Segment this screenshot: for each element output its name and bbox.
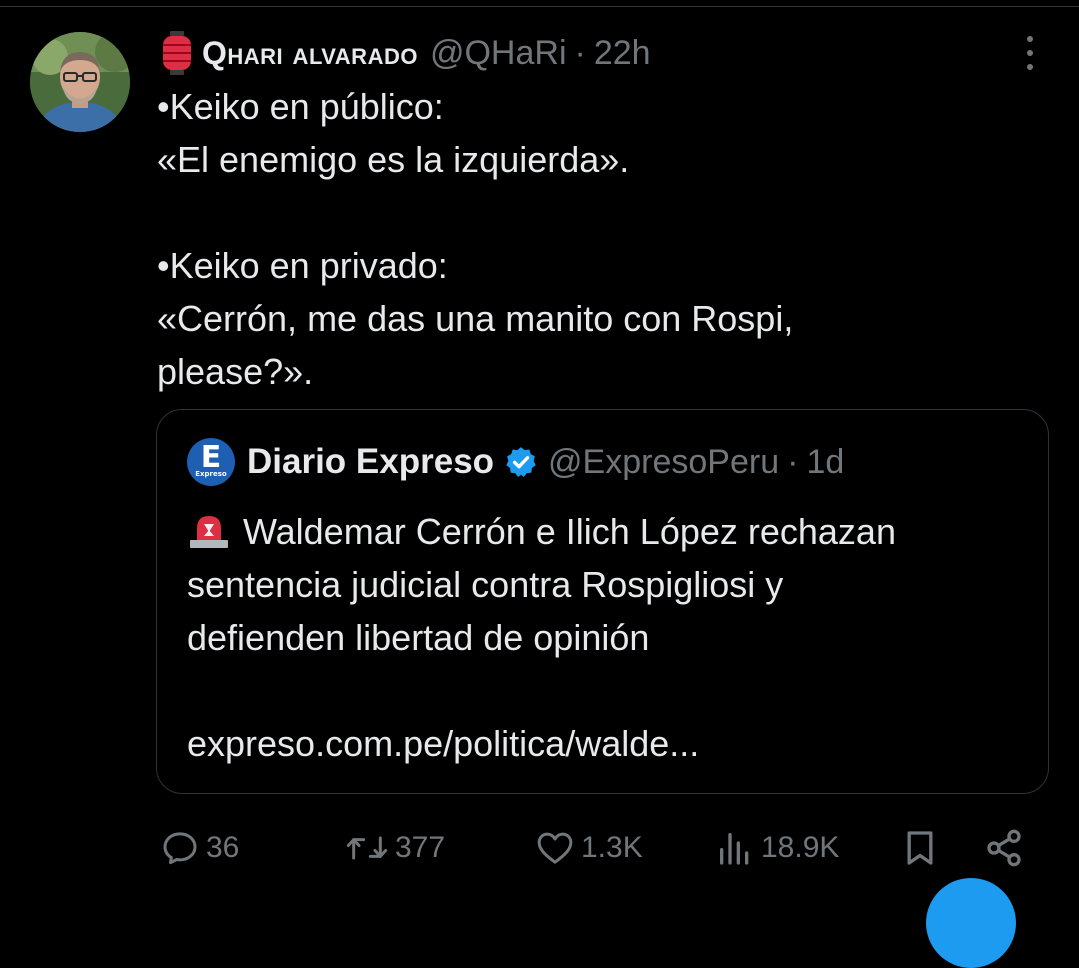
quoted-tweet[interactable]: E Expreso Diario Expreso @ExpresoPeru · …: [156, 409, 1049, 794]
tweet-text-line: [157, 186, 957, 239]
bookmark-icon: [907, 831, 933, 865]
more-options-icon[interactable]: [1014, 36, 1046, 70]
tweet-text-line: •Keiko en público:: [157, 86, 444, 127]
divider: [0, 6, 1079, 7]
separator-dot: ·: [787, 442, 799, 481]
red-paper-lantern-icon: [163, 31, 191, 75]
author-name[interactable]: Qhari alvarado: [202, 35, 418, 72]
quoted-author-handle[interactable]: @ExpresoPeru: [548, 443, 779, 482]
avatar[interactable]: [30, 32, 130, 132]
quoted-author-name[interactable]: Diario Expreso: [247, 442, 494, 482]
like-count: 1.3K: [581, 831, 643, 864]
author-handle[interactable]: @QHaRi: [430, 34, 567, 73]
retweet-icon: [346, 836, 388, 860]
views-chart-icon: [720, 833, 749, 865]
like-button[interactable]: 1.3K: [535, 820, 643, 876]
quoted-text-line: sentencia judicial contra Rospigliosi y: [187, 564, 784, 605]
tweet-header: Qhari alvarado @QHaRi · 22h: [160, 28, 651, 78]
timestamp[interactable]: 22h: [594, 34, 651, 73]
retweet-button[interactable]: 377: [345, 820, 445, 876]
reply-count: 36: [206, 831, 240, 864]
verified-badge-icon: [506, 447, 536, 478]
quoted-text-line: Waldemar Cerrón e Ilich López rechazan: [187, 505, 1027, 558]
tweet-text-line: «Cerrón, me das una manito con Rospi,: [157, 298, 794, 339]
heart-icon: [537, 832, 573, 864]
reply-icon: [163, 832, 197, 865]
quoted-tweet-text: Waldemar Cerrón e Ilich López rechazan s…: [187, 505, 1027, 664]
tweet-text: •Keiko en público: «El enemigo es la izq…: [157, 80, 957, 398]
quoted-avatar-word: Expreso: [195, 469, 227, 478]
tweet[interactable]: Qhari alvarado @QHaRi · 22h •Keiko en pú…: [0, 0, 1079, 968]
quoted-text-line-content: Waldemar Cerrón e Ilich López rechazan: [243, 511, 896, 552]
compose-button[interactable]: [926, 878, 1016, 968]
quoted-avatar-letter: E: [200, 439, 222, 475]
bookmark-button[interactable]: [900, 820, 940, 876]
quoted-text-line: defienden libertad de opinión: [187, 617, 650, 658]
tweet-text-line: please?».: [157, 351, 314, 392]
avatar-photo: [30, 32, 130, 132]
police-light-icon: [190, 516, 228, 548]
separator-dot: ·: [574, 33, 586, 72]
action-bar: 36 377 1.3K 18.9K: [0, 820, 1079, 876]
tweet-text-line: «El enemigo es la izquierda».: [157, 139, 630, 180]
retweet-count: 377: [395, 831, 446, 864]
share-button[interactable]: [984, 820, 1024, 876]
quoted-link[interactable]: expreso.com.pe/politica/walde...: [187, 717, 699, 770]
views-button[interactable]: 18.9K: [715, 820, 839, 876]
share-icon: [987, 829, 1021, 867]
tweet-text-line: •Keiko en privado:: [157, 245, 448, 286]
quoted-avatar[interactable]: E Expreso: [187, 438, 235, 486]
quoted-timestamp[interactable]: 1d: [806, 443, 844, 482]
quoted-tweet-header: E Expreso Diario Expreso @ExpresoPeru · …: [187, 438, 844, 486]
reply-button[interactable]: 36: [160, 820, 239, 876]
views-count: 18.9K: [761, 831, 840, 864]
